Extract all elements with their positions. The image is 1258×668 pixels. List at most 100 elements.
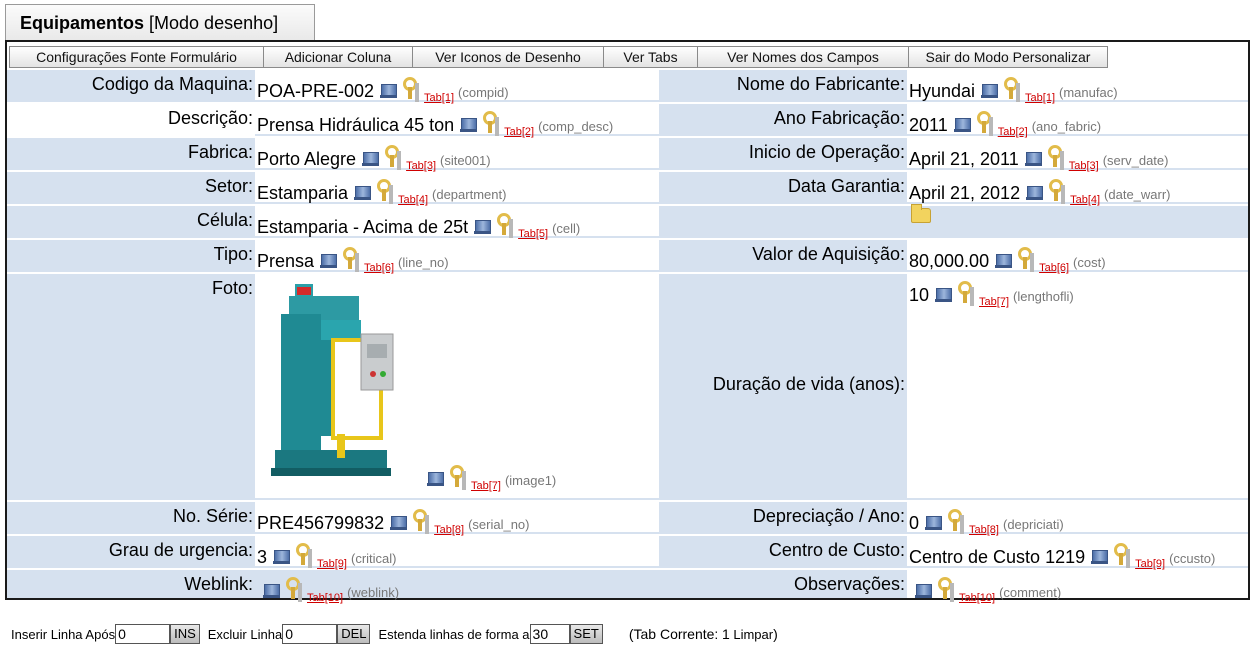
- tab-link[interactable]: Tab[7]: [471, 480, 501, 492]
- show-design-icons-button[interactable]: Ver Iconos de Desenho: [412, 46, 604, 68]
- clear-tab-link[interactable]: Limpar: [733, 627, 773, 642]
- field-value-date-warr[interactable]: April 21, 2012 Tab[4] (date_warr): [907, 172, 1248, 206]
- field-label-depriciati: Depreciação / Ano:: [659, 502, 907, 534]
- insert-row-input[interactable]: [115, 624, 171, 644]
- database-icon[interactable]: [981, 82, 999, 98]
- field-value-critical[interactable]: 3 Tab[9] (critical): [255, 536, 659, 570]
- tab-link[interactable]: Tab[3]: [1069, 160, 1099, 172]
- show-tabs-button[interactable]: Ver Tabs: [603, 46, 698, 68]
- database-icon[interactable]: [1091, 548, 1109, 564]
- database-icon[interactable]: [427, 470, 445, 486]
- keys-icon[interactable]: [382, 145, 406, 169]
- tab-link[interactable]: Tab[9]: [317, 558, 347, 570]
- field-name: (ccusto): [1169, 551, 1216, 566]
- field-value-depriciati[interactable]: 0 Tab[8] (depriciati): [907, 502, 1248, 536]
- extend-rows-input[interactable]: [529, 624, 570, 644]
- field-value-serial-no[interactable]: PRE456799832 Tab[8] (serial_no): [255, 502, 659, 536]
- keys-icon[interactable]: [1046, 179, 1070, 203]
- folder-icon[interactable]: [911, 204, 931, 223]
- keys-icon[interactable]: [494, 213, 518, 237]
- form-row: Célula: Estamparia - Acima de 25t Tab[5] (…: [7, 204, 1248, 240]
- field-value-ccusto[interactable]: Centro de Custo 1219 Tab[9] (ccusto): [907, 536, 1248, 570]
- tab-link[interactable]: Tab[2]: [998, 126, 1028, 138]
- database-icon[interactable]: [362, 150, 380, 166]
- set-rows-button[interactable]: SET: [569, 624, 603, 644]
- show-field-names-button[interactable]: Ver Nomes dos Campos: [697, 46, 909, 68]
- tab-link[interactable]: Tab[4]: [398, 194, 428, 206]
- field-value-empty[interactable]: [907, 204, 1248, 238]
- database-icon[interactable]: [474, 218, 492, 234]
- field-value-serv-date[interactable]: April 21, 2011 Tab[3] (serv_date): [907, 138, 1248, 172]
- database-icon[interactable]: [925, 514, 943, 530]
- form-row: Foto: Tab[7] (image1) Duração de vida (a…: [7, 274, 1248, 500]
- keys-icon[interactable]: [283, 577, 307, 601]
- database-icon[interactable]: [1024, 150, 1043, 166]
- field-label-site: Fabrica:: [7, 138, 255, 170]
- field-value-department[interactable]: Estamparia Tab[4] (department): [255, 172, 659, 206]
- keys-icon[interactable]: [293, 543, 317, 567]
- font-config-button[interactable]: Configurações Fonte Formulário: [9, 46, 264, 68]
- field-value-cell[interactable]: Estamparia - Acima de 25t Tab[5] (cell): [255, 206, 659, 240]
- add-column-button[interactable]: Adicionar Coluna: [263, 46, 413, 68]
- keys-icon[interactable]: [374, 179, 398, 203]
- tab-link[interactable]: Tab[7]: [979, 296, 1009, 308]
- field-value-comment[interactable]: Tab[10] (comment): [907, 570, 1248, 604]
- field-value-lengthofli[interactable]: 10 Tab[7] (lengthofli): [907, 274, 1248, 500]
- tab-link[interactable]: Tab[2]: [504, 126, 534, 138]
- tab-link[interactable]: Tab[10]: [959, 592, 995, 604]
- field-label-serial-no: No. Série:: [7, 502, 255, 534]
- keys-icon[interactable]: [955, 281, 979, 305]
- field-value-cost[interactable]: 80,000.00 Tab[6] (cost): [907, 240, 1248, 274]
- database-icon[interactable]: [953, 116, 972, 132]
- keys-icon[interactable]: [1015, 247, 1039, 271]
- window-title: Equipamentos: [20, 13, 145, 33]
- form-row: Setor: Estamparia Tab[4] (department) Data…: [7, 172, 1248, 206]
- database-icon[interactable]: [390, 514, 408, 530]
- tab-link[interactable]: Tab[5]: [518, 228, 548, 240]
- tab-link[interactable]: Tab[1]: [1025, 92, 1055, 104]
- database-icon[interactable]: [354, 184, 372, 200]
- database-icon[interactable]: [995, 252, 1013, 268]
- field-value-site[interactable]: Porto Alegre Tab[3] (site001): [255, 138, 659, 172]
- tab-link[interactable]: Tab[1]: [424, 92, 454, 104]
- tab-link[interactable]: Tab[8]: [434, 524, 464, 536]
- keys-icon[interactable]: [1045, 145, 1069, 169]
- field-value-image1[interactable]: Tab[7] (image1): [255, 274, 659, 500]
- field-value-compid[interactable]: POA-PRE-002 Tab[1] (compid): [255, 70, 659, 104]
- exit-customize-button[interactable]: Sair do Modo Personalizar: [908, 46, 1108, 68]
- field-value-comp-desc[interactable]: Prensa Hidráulica 45 ton Tab[2] (comp_desc…: [255, 104, 659, 138]
- database-icon[interactable]: [915, 582, 933, 598]
- database-icon[interactable]: [935, 286, 953, 302]
- delete-row-button[interactable]: DEL: [337, 624, 371, 644]
- tab-link[interactable]: Tab[10]: [307, 592, 343, 604]
- keys-icon[interactable]: [1001, 77, 1025, 101]
- keys-icon[interactable]: [410, 509, 434, 533]
- field-label-cell: Célula:: [7, 206, 255, 238]
- tab-link[interactable]: Tab[4]: [1070, 194, 1100, 206]
- database-icon[interactable]: [263, 582, 281, 598]
- keys-icon[interactable]: [945, 509, 969, 533]
- tab-link[interactable]: Tab[3]: [406, 160, 436, 172]
- database-icon[interactable]: [460, 116, 478, 132]
- keys-icon[interactable]: [974, 111, 998, 135]
- tab-link[interactable]: Tab[6]: [1039, 262, 1069, 274]
- keys-icon[interactable]: [400, 77, 424, 101]
- tab-link[interactable]: Tab[6]: [364, 262, 394, 274]
- database-icon[interactable]: [1026, 184, 1044, 200]
- database-icon[interactable]: [273, 548, 291, 564]
- keys-icon[interactable]: [340, 247, 364, 271]
- database-icon[interactable]: [380, 82, 398, 98]
- field-value-ano-fabric[interactable]: 2011 Tab[2] (ano_fabric): [907, 104, 1248, 138]
- keys-icon[interactable]: [935, 577, 959, 601]
- field-value-weblink[interactable]: Tab[10] (weblink): [255, 570, 659, 604]
- delete-row-input[interactable]: [282, 624, 338, 644]
- keys-icon[interactable]: [480, 111, 504, 135]
- field-value-manufac[interactable]: Hyundai Tab[1] (manufac): [907, 70, 1248, 104]
- tab-link[interactable]: Tab[9]: [1135, 558, 1165, 570]
- database-icon[interactable]: [320, 252, 338, 268]
- tab-link[interactable]: Tab[8]: [969, 524, 999, 536]
- insert-row-button[interactable]: INS: [170, 624, 200, 644]
- field-value-line-no[interactable]: Prensa Tab[6] (line_no): [255, 240, 659, 274]
- keys-icon[interactable]: [1111, 543, 1135, 567]
- keys-icon[interactable]: [447, 465, 471, 489]
